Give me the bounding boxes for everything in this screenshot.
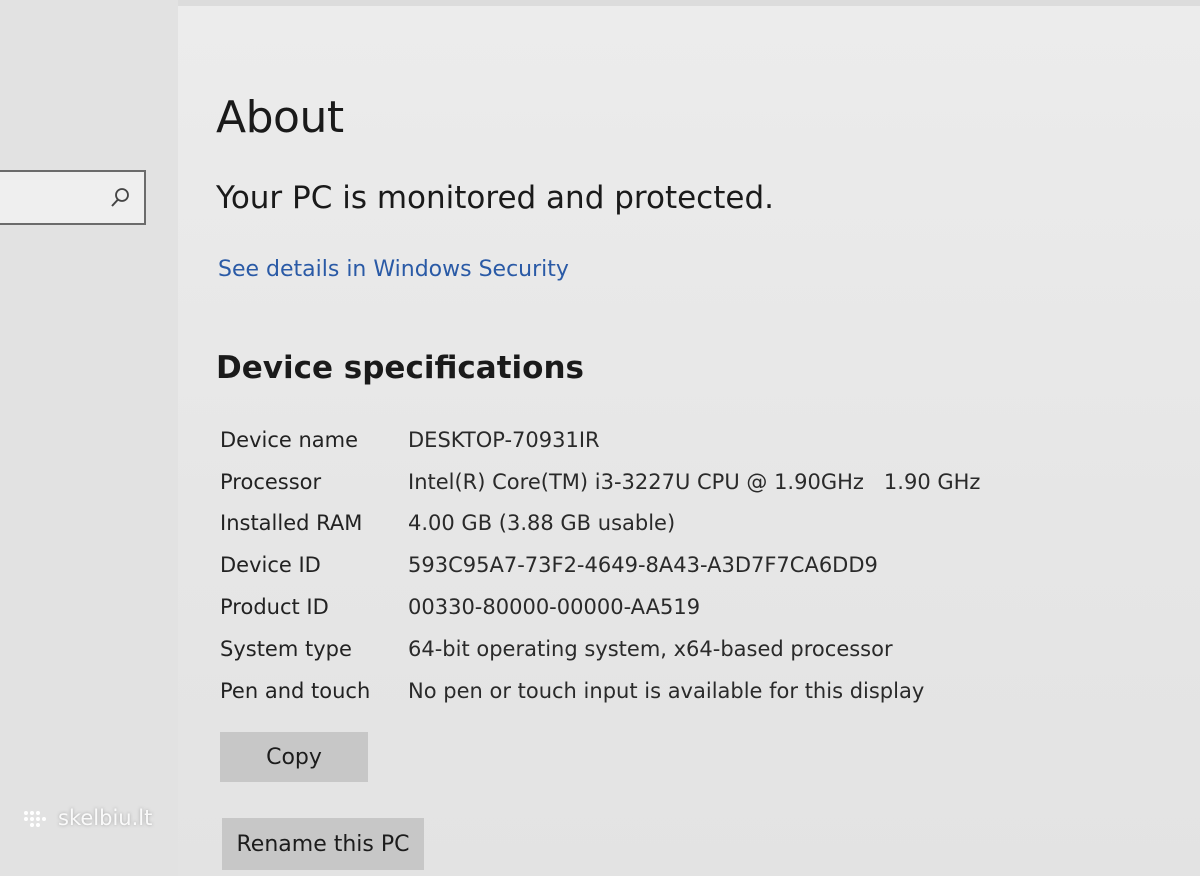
spec-value: 4.00 GB (3.88 GB usable)	[408, 511, 676, 535]
watermark-logo-icon	[22, 808, 52, 828]
spec-label: Processor	[220, 470, 322, 494]
spec-value: 593C95A7-73F2-4649-8A43-A3D7F7CA6DD9	[408, 553, 878, 577]
spec-label: Pen and touch	[220, 679, 371, 703]
settings-search-input[interactable]	[0, 170, 146, 225]
spec-label: Device ID	[220, 553, 321, 577]
watermark: skelbiu.lt	[22, 806, 152, 830]
watermark-text: skelbiu.lt	[58, 806, 153, 830]
about-content: About Your PC is monitored and protected…	[178, 0, 1200, 876]
windows-security-link[interactable]: See details in Windows Security	[218, 257, 569, 282]
copy-button[interactable]: Copy	[220, 732, 368, 782]
device-specifications-heading: Device specifications	[216, 350, 584, 386]
spec-label: Installed RAM	[220, 511, 363, 535]
rename-pc-button[interactable]: Rename this PC	[222, 818, 424, 870]
page-title: About	[216, 92, 344, 143]
protection-status-text: Your PC is monitored and protected.	[216, 180, 774, 216]
spec-label: Device name	[220, 428, 359, 452]
spec-value: 64-bit operating system, x64-based proce…	[408, 637, 893, 661]
spec-label: System type	[220, 637, 352, 661]
spec-value: DESKTOP-70931IR	[408, 428, 600, 452]
spec-label: Product ID	[220, 595, 329, 619]
search-icon[interactable]	[110, 187, 130, 209]
settings-window: About Your PC is monitored and protected…	[0, 0, 1200, 876]
spec-value: Intel(R) Core(TM) i3-3227U CPU @ 1.90GHz…	[408, 470, 981, 494]
navigation-pane	[0, 0, 178, 876]
spec-value: 00330-80000-00000-AA519	[408, 595, 701, 619]
spec-value: No pen or touch input is available for t…	[408, 679, 925, 703]
